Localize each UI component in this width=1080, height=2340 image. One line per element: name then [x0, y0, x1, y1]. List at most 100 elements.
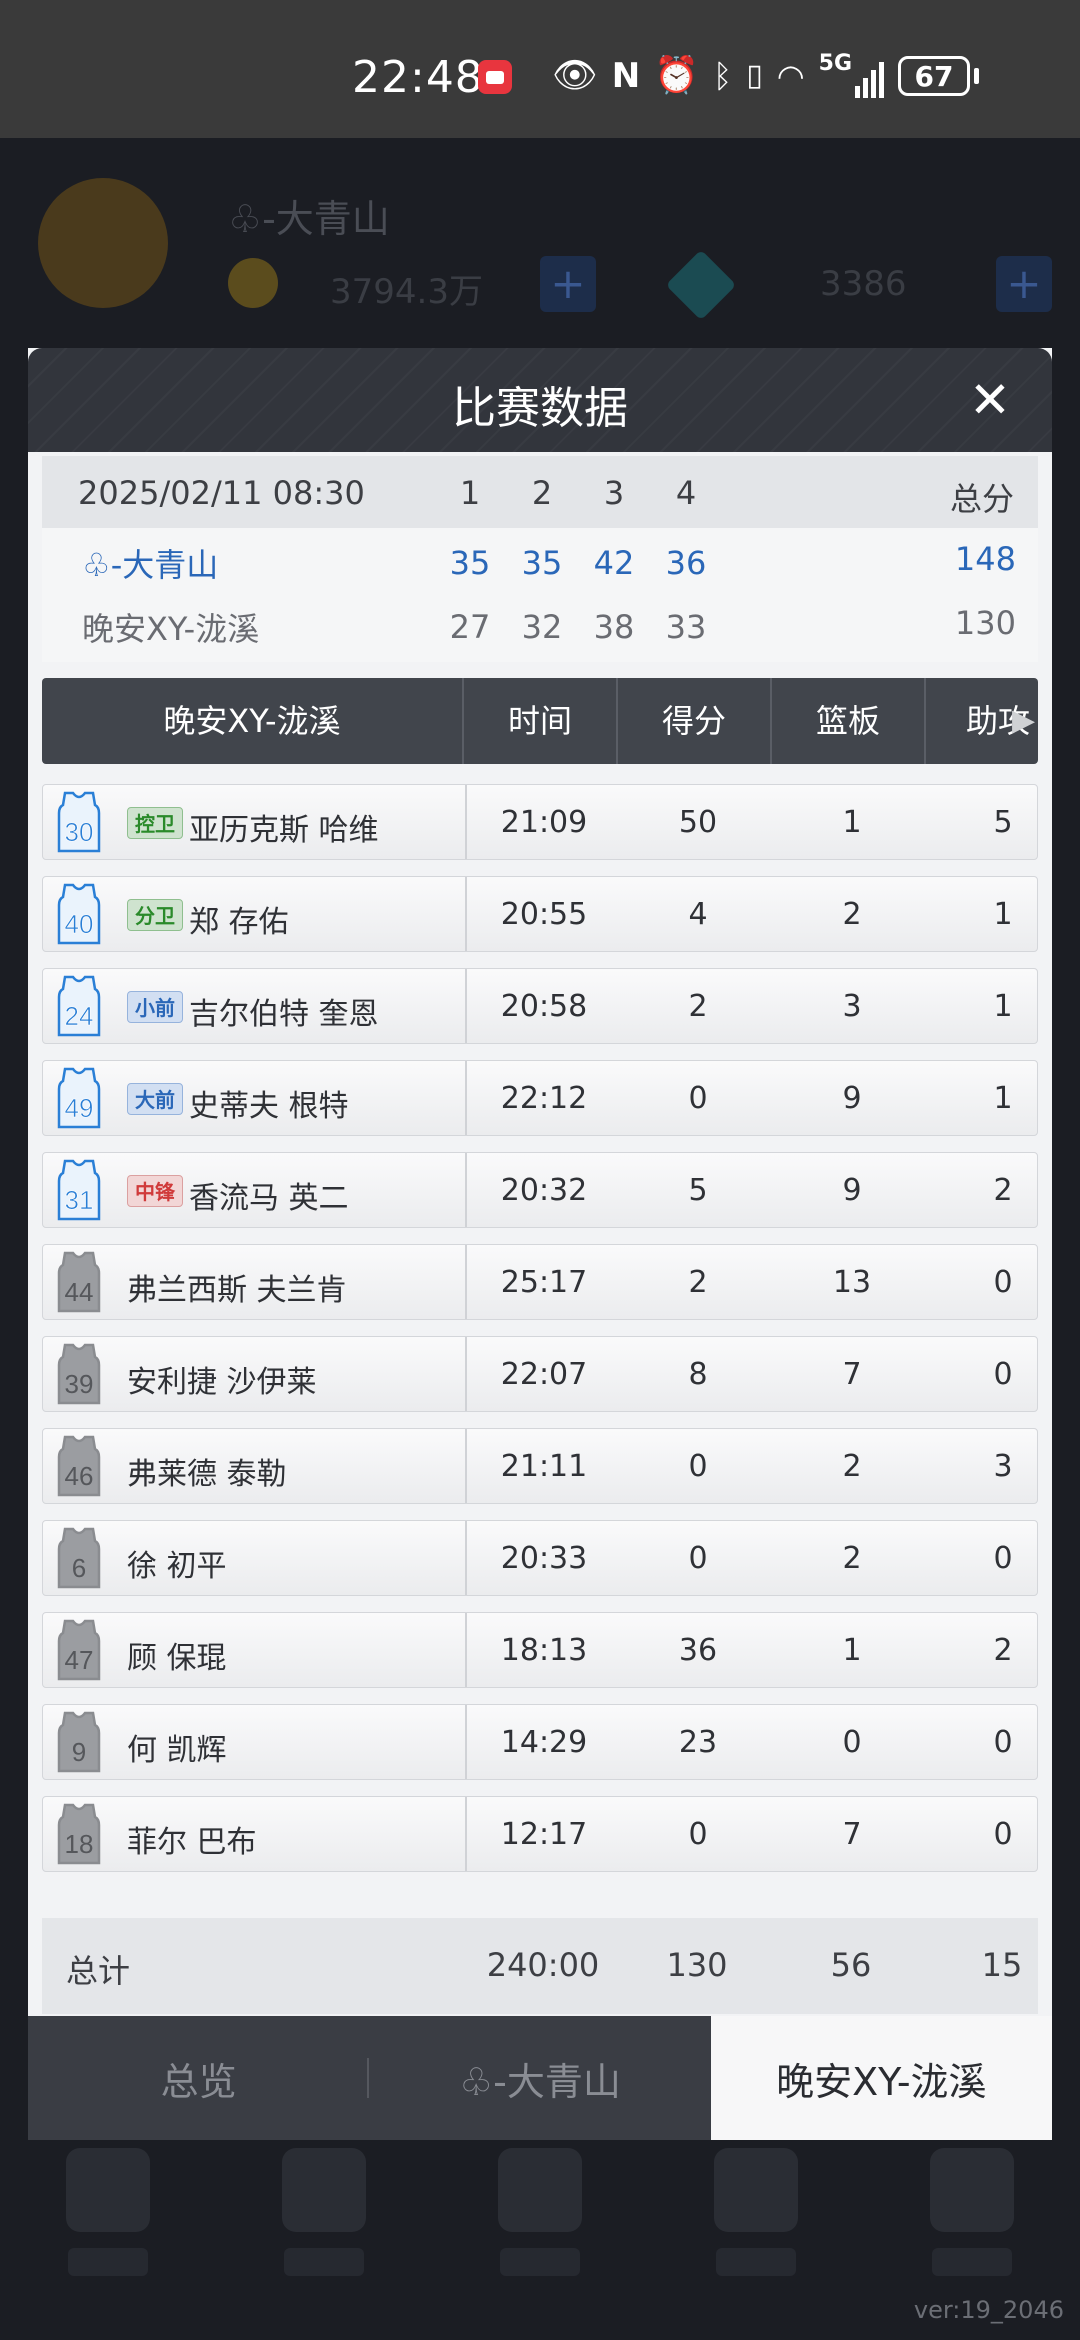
player-row[interactable]: 6 徐 初平 20:33 0 2 0: [42, 1520, 1038, 1596]
player-assists: 0: [993, 1265, 1013, 1300]
player-points: 0: [688, 1081, 708, 1116]
team-a-q2: 35: [521, 544, 563, 582]
svg-text:9: 9: [72, 1737, 86, 1767]
column-points[interactable]: 得分: [618, 678, 772, 764]
team-b-name: 晚安XY-泷溪: [82, 610, 260, 648]
totals-rebounds: 56: [830, 1946, 872, 1984]
quarter-2-label: 2: [531, 474, 553, 512]
position-badge: 中锋: [127, 1175, 183, 1207]
player-row[interactable]: 44 弗兰西斯 夫兰肯 25:17 2 13 0: [42, 1244, 1038, 1320]
version-label: ver:19_2046: [913, 2296, 1064, 2324]
totals-time: 240:00: [486, 1946, 600, 1984]
player-assists: 0: [993, 1817, 1013, 1852]
jersey-icon: 49: [57, 1067, 101, 1129]
vibrate-icon: ▯: [746, 58, 763, 93]
player-name: 顾 保琨: [127, 1641, 227, 1676]
player-rebounds: 7: [842, 1817, 862, 1852]
battery-tip: [974, 68, 980, 84]
player-row[interactable]: 46 弗莱德 泰勒 21:11 0 2 3: [42, 1428, 1038, 1504]
column-rebounds[interactable]: 篮板: [772, 678, 926, 764]
wifi-icon: ◠: [776, 57, 805, 95]
tab-team-b[interactable]: 晚安XY-泷溪: [710, 2016, 1052, 2140]
team-b-total: 130: [954, 604, 1016, 642]
app-notification-icon: [478, 60, 512, 94]
avatar: [38, 178, 168, 308]
gold-amount: 3794.3万: [330, 272, 483, 312]
totals-points: 130: [666, 1946, 728, 1984]
player-row[interactable]: 49 大前 史蒂夫 根特 22:12 0 9 1: [42, 1060, 1038, 1136]
player-row[interactable]: 30 控卫 亚历克斯 哈维 21:09 50 1 5: [42, 784, 1038, 860]
svg-text:44: 44: [65, 1277, 94, 1307]
bg-nav-label: [68, 2248, 148, 2276]
svg-text:46: 46: [65, 1461, 94, 1491]
player-name: 郑 存佑: [189, 905, 289, 940]
player-time: 22:07: [500, 1357, 588, 1392]
add-diamond-button: +: [996, 256, 1052, 312]
bg-nav-icon: [930, 2148, 1014, 2232]
close-button[interactable]: ✕: [962, 372, 1018, 428]
bg-nav-icon: [714, 2148, 798, 2232]
team-a-q1: 35: [449, 544, 491, 582]
player-row[interactable]: 18 菲尔 巴布 12:17 0 7 0: [42, 1796, 1038, 1872]
diamond-icon: [665, 249, 737, 321]
stats-table-header: 晚安XY-泷溪 时间 得分 篮板 助攻 ▶: [42, 678, 1038, 764]
jersey-icon: 40: [57, 883, 101, 945]
team-tab-bar: 总览 ♧-大青山 晚安XY-泷溪: [28, 2016, 1052, 2140]
column-time[interactable]: 时间: [464, 678, 618, 764]
total-score-label: 总分: [949, 480, 1014, 518]
team-a-total: 148: [954, 540, 1016, 578]
tab-team-a[interactable]: ♧-大青山: [369, 2016, 710, 2140]
battery-icon: 67: [898, 56, 971, 96]
position-badge: 小前: [127, 991, 183, 1023]
bg-nav-item: [249, 2128, 399, 2340]
player-row[interactable]: 47 顾 保琨 18:13 36 1 2: [42, 1612, 1038, 1688]
player-assists: 2: [993, 1173, 1013, 1208]
bg-nav-item: [681, 2128, 831, 2340]
player-points: 23: [678, 1725, 718, 1760]
jersey-icon: 24: [57, 975, 101, 1037]
player-name: 吉尔伯特 奎恩: [189, 997, 379, 1032]
player-row[interactable]: 9 何 凯辉 14:29 23 0 0: [42, 1704, 1038, 1780]
team-a-name: ♧-大青山: [82, 546, 219, 584]
bg-nav-label: [500, 2248, 580, 2276]
player-row[interactable]: 24 小前 吉尔伯特 奎恩 20:58 2 3 1: [42, 968, 1038, 1044]
player-stats-list: 30 控卫 亚历克斯 哈维 21:09 50 1 5 40 分卫郑 存佑 20:55 4 2 1 24 小前…: [42, 784, 1038, 1888]
player-rebounds: 2: [842, 1541, 862, 1576]
player-rebounds: 13: [832, 1265, 872, 1300]
player-name: 何 凯辉: [127, 1733, 227, 1768]
signal-icon: 5G: [819, 53, 885, 98]
svg-text:47: 47: [65, 1645, 94, 1675]
player-time: 21:11: [500, 1449, 588, 1484]
jersey-icon: 6: [57, 1527, 101, 1589]
jersey-icon: 18: [57, 1803, 101, 1865]
dialog-title: 比赛数据: [452, 383, 628, 434]
bluetooth-icon: ᛒ: [713, 57, 733, 95]
player-rebounds: 1: [842, 1633, 862, 1668]
diamond-amount: 3386: [820, 264, 907, 304]
scroll-right-icon[interactable]: ▶: [1012, 700, 1038, 742]
player-row[interactable]: 40 分卫郑 存佑 20:55 4 2 1: [42, 876, 1038, 952]
player-name: 徐 初平: [127, 1549, 227, 1584]
nfc-icon: N: [611, 56, 641, 96]
team-b-q4: 33: [665, 608, 707, 646]
svg-text:6: 6: [72, 1553, 86, 1583]
team-b-q3: 38: [593, 608, 635, 646]
match-stats-dialog: 比赛数据 ✕ 2025/02/11 08:30 1 2 3 4 总分 ♧-大青山…: [28, 348, 1052, 2140]
team-b-q2: 32: [521, 608, 563, 646]
player-time: 21:09: [500, 805, 588, 840]
player-name: 菲尔 巴布: [127, 1825, 257, 1860]
jersey-icon: 39: [57, 1343, 101, 1405]
player-assists: 1: [993, 989, 1013, 1024]
player-rebounds: 9: [842, 1081, 862, 1116]
player-rebounds: 0: [842, 1725, 862, 1760]
tab-overview[interactable]: 总览: [28, 2016, 370, 2140]
player-name: 安利捷 沙伊莱: [127, 1365, 317, 1400]
eye-icon: 👁: [552, 55, 598, 96]
bg-nav-item: [33, 2128, 183, 2340]
totals-label: 总计: [66, 1952, 131, 1990]
position-badge: 大前: [127, 1083, 183, 1115]
player-row[interactable]: 39 安利捷 沙伊莱 22:07 8 7 0: [42, 1336, 1038, 1412]
jersey-icon: 46: [57, 1435, 101, 1497]
player-assists: 3: [993, 1449, 1013, 1484]
player-row[interactable]: 31 中锋 香流马 英二 20:32 5 9 2: [42, 1152, 1038, 1228]
